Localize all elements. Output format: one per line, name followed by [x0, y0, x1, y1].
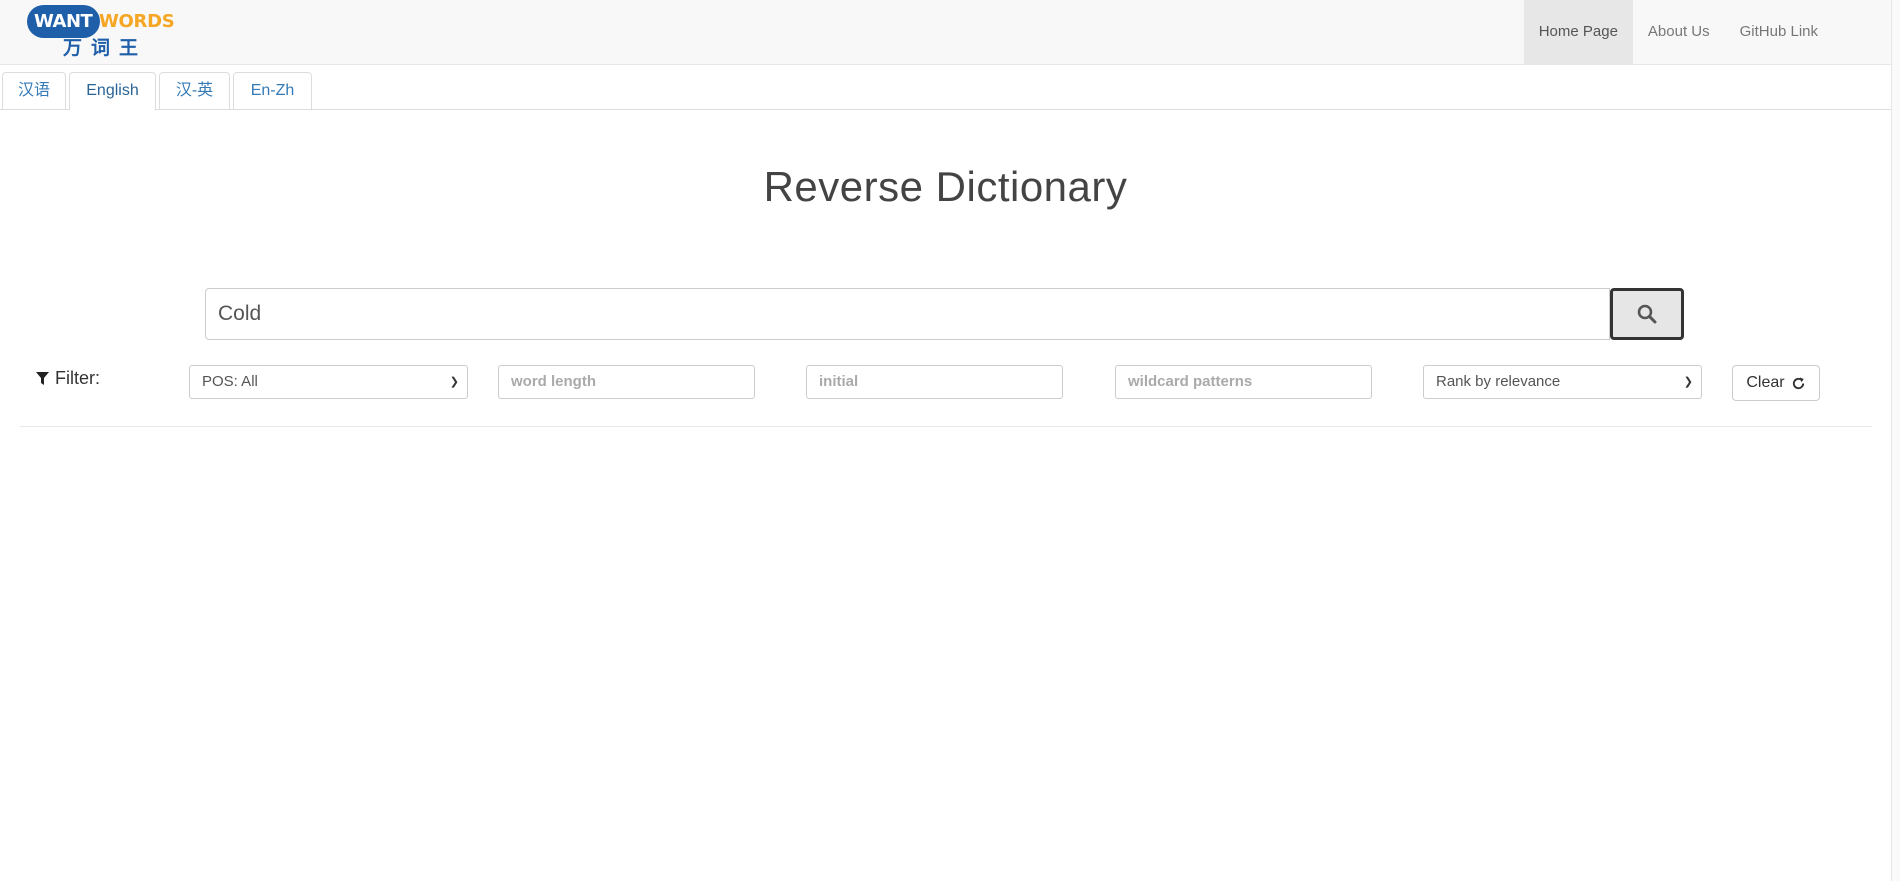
chevron-down-icon: ❯ — [1683, 376, 1693, 388]
tab-english-label: English — [86, 82, 139, 99]
tab-chinese-english[interactable]: 汉-英 — [159, 72, 230, 110]
tab-chinese[interactable]: 汉语 — [2, 72, 66, 110]
nav-links: Home Page About Us GitHub Link — [1523, 0, 1900, 65]
logo-want-text: WANT — [27, 5, 101, 38]
section-divider — [20, 426, 1872, 427]
filter-label: Filter: — [36, 368, 100, 389]
logo-chinese-text: 万词王 — [63, 37, 148, 59]
wantwords-logo[interactable]: WANT WORDS 万词王 — [27, 2, 187, 62]
search-button[interactable] — [1610, 288, 1684, 340]
clear-button[interactable]: Clear — [1732, 365, 1820, 401]
word-length-input[interactable]: word length — [498, 365, 755, 399]
nav-home-page[interactable]: Home Page — [1523, 0, 1633, 64]
pos-select[interactable]: POS: All ❯ — [189, 365, 468, 399]
chevron-down-icon: ❯ — [449, 376, 459, 388]
refresh-icon — [1792, 376, 1804, 389]
wildcard-patterns-input[interactable]: wildcard patterns — [1115, 365, 1372, 399]
search-icon — [1637, 304, 1657, 324]
page-scrollbar[interactable] — [1891, 0, 1900, 881]
logo-words-text: WORDS — [99, 11, 175, 32]
nav-about-us[interactable]: About Us — [1633, 0, 1725, 64]
filter-icon — [36, 371, 49, 385]
page-title: Reverse Dictionary — [763, 163, 1128, 210]
language-tabs: 汉语 English 汉-英 En-Zh — [0, 72, 1891, 111]
search-input[interactable] — [205, 288, 1610, 340]
clear-button-label: Clear — [1746, 374, 1785, 391]
rank-select-value: Rank by relevance — [1436, 373, 1561, 390]
top-navbar: WANT WORDS 万词王 Home Page About Us GitHub… — [0, 0, 1900, 65]
rank-select[interactable]: Rank by relevance ❯ — [1423, 365, 1702, 399]
nav-github-link[interactable]: GitHub Link — [1725, 0, 1833, 64]
filter-label-text: Filter: — [55, 368, 100, 388]
pos-select-value: POS: All — [202, 373, 258, 390]
initial-input[interactable]: initial — [806, 365, 1063, 399]
tab-english-chinese[interactable]: En-Zh — [233, 72, 312, 110]
tab-english[interactable]: English — [69, 72, 156, 111]
